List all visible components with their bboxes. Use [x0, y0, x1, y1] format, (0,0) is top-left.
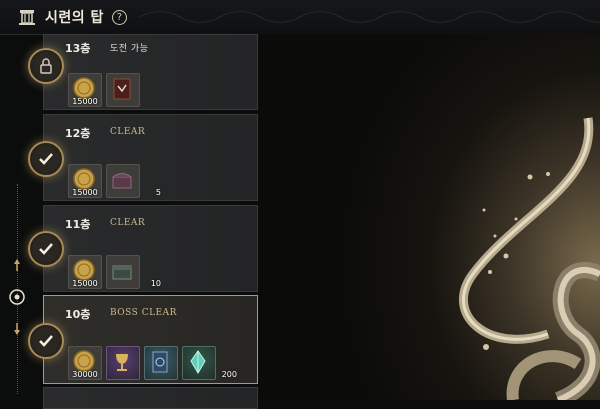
reward-qty: 15000	[72, 97, 98, 106]
top-bar: 시련의 탑 ?	[0, 0, 600, 35]
crystal-icon	[190, 350, 206, 374]
reward-item[interactable]	[144, 346, 178, 380]
floor-name: 11층	[65, 218, 91, 231]
scroll-down-icon[interactable]	[8, 320, 26, 338]
reward-qty: 30000	[72, 370, 98, 379]
page-title: 시련의 탑	[45, 10, 104, 26]
iron-chest-icon	[112, 265, 132, 280]
check-icon	[39, 153, 53, 165]
reward-gold[interactable]: 30000	[68, 346, 102, 380]
floor-status: 도전 가능	[110, 44, 149, 54]
spiral-vine-art	[458, 117, 600, 400]
floor-status: CLEAR	[110, 127, 146, 137]
tower-icon	[19, 10, 35, 25]
floor-card-13[interactable]: 13층 도전 가능 15000	[43, 34, 258, 110]
reward-qty: 15000	[72, 279, 98, 288]
floor-badge-locked	[28, 48, 64, 84]
reward-qty: 10	[150, 279, 161, 288]
rune-book-icon	[113, 78, 131, 100]
reward-gold[interactable]: 15000	[68, 73, 102, 107]
blue-card-icon	[152, 351, 168, 373]
golden-chalice-icon	[116, 354, 128, 371]
reward-item[interactable]: 5	[106, 164, 161, 198]
floor-card-12[interactable]: 12층 CLEAR 15000 5	[43, 114, 258, 201]
floor-card-10[interactable]: 10층 BOSS CLEAR 30000 200	[43, 295, 258, 384]
reward-qty: 15000	[72, 188, 98, 197]
floor-badge-cleared	[28, 323, 64, 359]
lock-icon	[40, 58, 52, 74]
reward-gold[interactable]: 15000	[68, 164, 102, 198]
floor-badge-cleared	[28, 141, 64, 177]
header-ornament	[140, 11, 600, 23]
floor-card-next[interactable]	[43, 387, 258, 409]
reward-item[interactable]	[106, 73, 140, 107]
reward-item[interactable]: 10	[106, 255, 161, 289]
floor-badge-cleared	[28, 231, 64, 267]
reward-list: 15000 5	[68, 164, 161, 198]
reward-item[interactable]	[106, 346, 140, 380]
current-floor-icon[interactable]	[8, 288, 26, 306]
help-circle-icon[interactable]: ?	[111, 9, 127, 25]
floor-status: BOSS CLEAR	[110, 308, 177, 318]
floor-name: 10층	[65, 308, 91, 321]
reward-list: 15000 10	[68, 255, 161, 289]
reward-list: 15000	[68, 73, 140, 107]
reward-qty: 200	[221, 370, 237, 379]
reward-qty: 5	[155, 188, 161, 197]
check-icon	[39, 243, 53, 255]
check-icon	[39, 335, 53, 347]
treasure-chest-icon	[112, 173, 132, 189]
floor-name: 13층	[65, 42, 91, 55]
scroll-up-icon[interactable]	[8, 256, 26, 274]
floor-status: CLEAR	[110, 218, 146, 228]
floor-card-11[interactable]: 11층 CLEAR 15000 10	[43, 205, 258, 292]
floor-name: 12층	[65, 127, 91, 140]
reward-list: 30000 200	[68, 346, 237, 380]
tower-backdrop-art	[258, 34, 600, 400]
reward-item[interactable]: 200	[182, 346, 237, 380]
reward-gold[interactable]: 15000	[68, 255, 102, 289]
